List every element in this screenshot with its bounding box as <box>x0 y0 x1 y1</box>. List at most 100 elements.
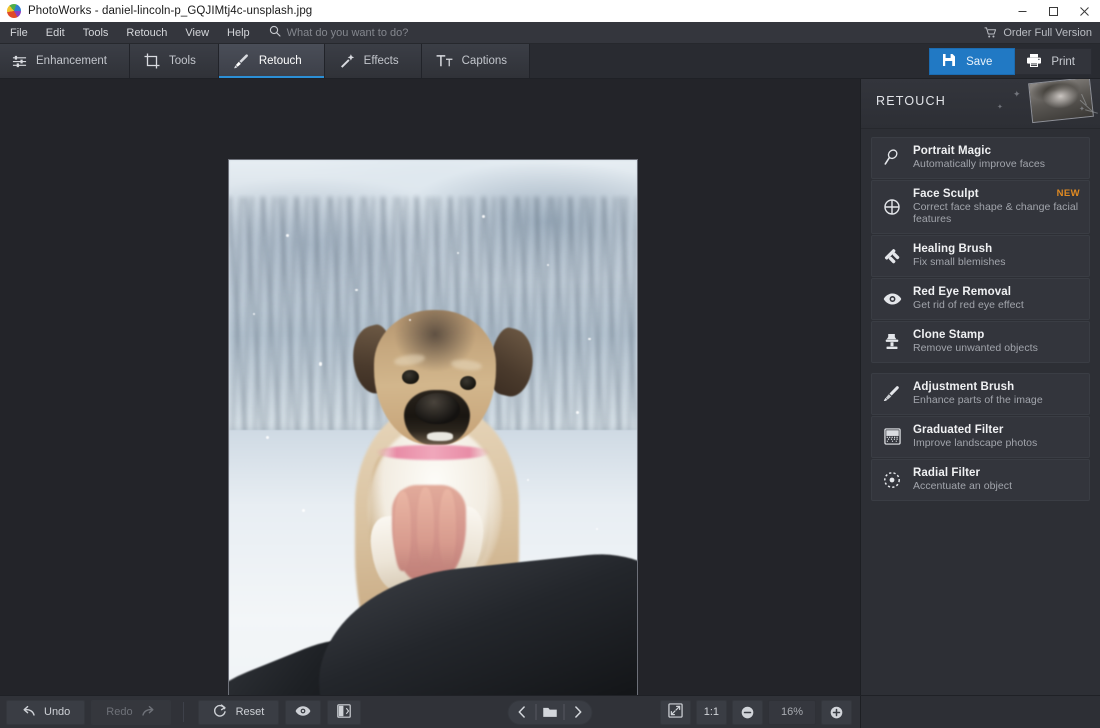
file-nav-group <box>508 700 593 725</box>
tool-clone-stamp-name: Clone Stamp <box>913 329 1038 341</box>
sliders-icon <box>12 54 27 69</box>
tool-red-eye-removal[interactable]: Red Eye Removal Get rid of red eye effec… <box>871 278 1090 320</box>
status-badge-new: NEW <box>1057 188 1080 199</box>
redo-button[interactable]: Redo <box>91 700 170 725</box>
order-full-version-button[interactable]: Order Full Version <box>984 22 1092 44</box>
zoom-out-button[interactable] <box>732 700 763 725</box>
menu-edit[interactable]: Edit <box>37 22 74 44</box>
menu-view[interactable]: View <box>176 22 218 44</box>
tool-face-sculpt-desc: Correct face shape & change facial featu… <box>913 201 1079 225</box>
tool-portrait-magic-text: Portrait Magic Automatically improve fac… <box>913 145 1045 170</box>
adjustment-brush-icon <box>881 385 903 403</box>
tool-red-eye-removal-name: Red Eye Removal <box>913 286 1024 298</box>
previous-image-button[interactable] <box>509 700 536 725</box>
eye-icon <box>295 705 311 720</box>
eye-icon <box>881 292 903 306</box>
tool-portrait-magic-desc: Automatically improve faces <box>913 158 1045 170</box>
retouch-panel: RETOUCH ✦ ✦ ✦ <box>860 79 1100 695</box>
graduated-filter-icon <box>881 428 903 445</box>
zoom-in-button[interactable] <box>821 700 852 725</box>
tab-tools-label: Tools <box>169 55 196 67</box>
tool-face-sculpt-name: Face Sculpt <box>913 188 1079 200</box>
reset-button[interactable]: Reset <box>198 700 280 725</box>
next-image-button[interactable] <box>565 700 592 725</box>
panel-decoration-sparkle-2: ✦ <box>997 103 1003 111</box>
tab-retouch[interactable]: Retouch <box>219 44 325 78</box>
zoom-level-value[interactable]: 16% <box>768 700 816 725</box>
tool-graduated-filter-desc: Improve landscape photos <box>913 437 1037 449</box>
tool-face-sculpt[interactable]: Face Sculpt Correct face shape & change … <box>871 180 1090 234</box>
tool-graduated-filter[interactable]: Graduated Filter Improve landscape photo… <box>871 416 1090 458</box>
printer-icon <box>1026 53 1042 71</box>
tool-portrait-magic-name: Portrait Magic <box>913 145 1045 157</box>
close-button[interactable] <box>1069 0 1100 22</box>
tab-enhancement[interactable]: Enhancement <box>0 44 130 78</box>
undo-button[interactable]: Undo <box>6 700 85 725</box>
minimize-button[interactable] <box>1007 0 1038 22</box>
search-input[interactable]: What do you want to do? <box>287 27 409 39</box>
tool-graduated-filter-text: Graduated Filter Improve landscape photo… <box>913 424 1037 449</box>
order-full-version-label: Order Full Version <box>1003 27 1092 39</box>
window-controls <box>1007 0 1100 22</box>
photoworks-window: PhotoWorks - daniel-lincoln-p_GQJIMtj4c-… <box>0 0 1100 728</box>
toolbar-divider-1 <box>183 702 184 722</box>
undo-label: Undo <box>44 706 70 718</box>
tool-radial-filter-desc: Accentuate an object <box>913 480 1012 492</box>
photo-canvas[interactable] <box>228 159 638 695</box>
tool-healing-brush-text: Healing Brush Fix small blemishes <box>913 243 1006 268</box>
bottom-panel-strip <box>860 696 1100 728</box>
photo-image <box>229 160 637 695</box>
primary-actions: Save Print <box>929 48 1092 75</box>
menu-help[interactable]: Help <box>218 22 259 44</box>
search-icon <box>269 24 281 42</box>
reset-icon <box>213 704 227 721</box>
zoom-controls: 1:1 16% <box>660 700 852 725</box>
window-title: PhotoWorks - daniel-lincoln-p_GQJIMtj4c-… <box>28 5 312 17</box>
before-after-split-button[interactable] <box>327 700 361 725</box>
tool-face-sculpt-text: Face Sculpt Correct face shape & change … <box>913 188 1079 225</box>
tool-adjustment-brush-name: Adjustment Brush <box>913 381 1043 393</box>
app-logo-icon <box>7 4 21 18</box>
portrait-magic-icon <box>881 149 903 166</box>
menu-file[interactable]: File <box>0 22 37 44</box>
crop-icon <box>144 53 160 69</box>
tool-healing-brush[interactable]: Healing Brush Fix small blemishes <box>871 235 1090 277</box>
panel-title: RETOUCH <box>876 94 946 108</box>
reset-label: Reset <box>236 706 265 718</box>
save-button[interactable]: Save <box>929 48 1015 75</box>
open-folder-button[interactable] <box>537 700 564 725</box>
tool-clone-stamp[interactable]: Clone Stamp Remove unwanted objects <box>871 321 1090 363</box>
menu-retouch[interactable]: Retouch <box>117 22 176 44</box>
menu-bar: File Edit Tools Retouch View Help What d… <box>0 22 1100 44</box>
search-box[interactable]: What do you want to do? <box>269 24 409 42</box>
fit-to-screen-button[interactable] <box>660 700 691 725</box>
save-icon <box>942 53 956 70</box>
menu-tools[interactable]: Tools <box>74 22 118 44</box>
tab-tools[interactable]: Tools <box>130 44 219 78</box>
canvas-area[interactable] <box>0 79 860 695</box>
tool-red-eye-removal-desc: Get rid of red eye effect <box>913 299 1024 311</box>
tool-clone-stamp-desc: Remove unwanted objects <box>913 342 1038 354</box>
panel-decoration-sparkle-3: ✦ <box>1079 105 1085 113</box>
tool-clone-stamp-text: Clone Stamp Remove unwanted objects <box>913 329 1038 354</box>
tab-effects[interactable]: Effects <box>325 44 422 78</box>
face-sculpt-icon <box>881 198 903 216</box>
photo-snowflakes <box>229 160 637 695</box>
print-button[interactable]: Print <box>1015 48 1092 75</box>
actual-size-button[interactable]: 1:1 <box>696 700 727 725</box>
fit-to-screen-icon <box>668 703 683 721</box>
maximize-button[interactable] <box>1038 0 1069 22</box>
tool-healing-brush-name: Healing Brush <box>913 243 1006 255</box>
tab-captions[interactable]: Captions <box>422 44 530 78</box>
tool-portrait-magic[interactable]: Portrait Magic Automatically improve fac… <box>871 137 1090 179</box>
compare-original-button[interactable] <box>285 700 321 725</box>
cart-icon <box>984 27 997 39</box>
tool-adjustment-brush[interactable]: Adjustment Brush Enhance parts of the im… <box>871 373 1090 415</box>
tab-effects-label: Effects <box>364 55 399 67</box>
tool-radial-filter[interactable]: Radial Filter Accentuate an object <box>871 459 1090 501</box>
retouch-tool-list: Portrait Magic Automatically improve fac… <box>861 129 1100 511</box>
save-label: Save <box>966 56 992 68</box>
bottom-toolbar: Undo Redo Reset <box>0 695 1100 728</box>
redo-icon <box>142 705 156 720</box>
undo-icon <box>21 705 35 720</box>
